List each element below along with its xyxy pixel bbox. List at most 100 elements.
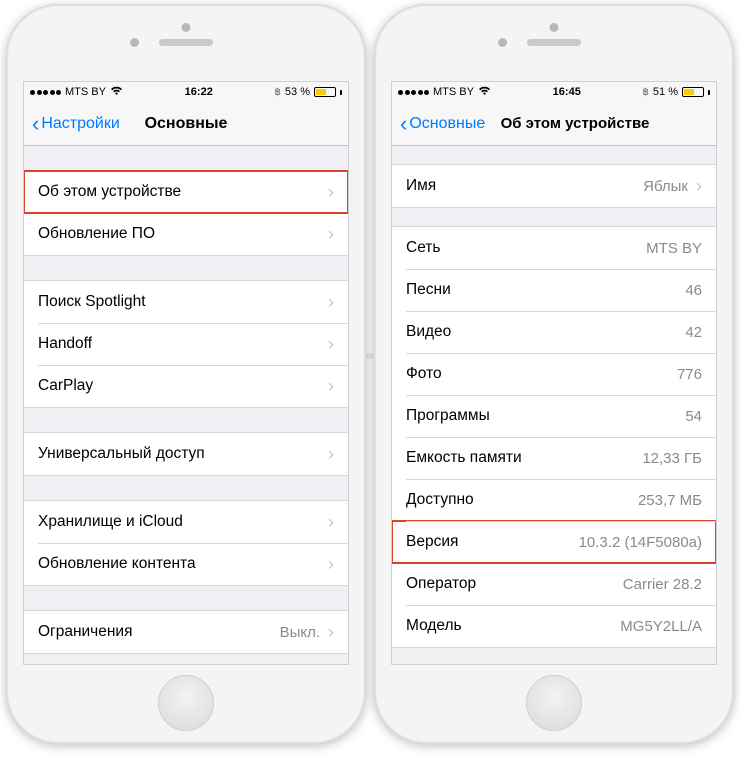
proximity-sensor bbox=[550, 23, 559, 32]
cell-label: Модель bbox=[406, 617, 462, 635]
cell-carrier: Оператор Carrier 28.2 bbox=[392, 563, 716, 605]
cell-label: Об этом устройстве bbox=[38, 183, 181, 201]
chevron-right-icon: › bbox=[320, 512, 334, 533]
cell-accessibility[interactable]: Универсальный доступ › bbox=[24, 433, 348, 475]
cell-label: Программы bbox=[406, 407, 490, 425]
battery-cap bbox=[340, 90, 342, 95]
cell-restrictions[interactable]: Ограничения Выкл. › bbox=[24, 611, 348, 653]
cell-label: Обновление контента bbox=[38, 555, 196, 573]
cell-value: 12,33 ГБ bbox=[642, 450, 702, 467]
cell-about-device[interactable]: Об этом устройстве › bbox=[24, 171, 348, 213]
screen-right: MTS BY 16:45 ฿ 51 % ‹ Основные bbox=[391, 81, 717, 665]
cell-label: Песни bbox=[406, 281, 451, 299]
chevron-right-icon: › bbox=[320, 444, 334, 465]
front-camera bbox=[130, 38, 139, 47]
home-button[interactable] bbox=[526, 675, 582, 731]
group-restrictions: Ограничения Выкл. › bbox=[24, 610, 348, 654]
cell-videos: Видео 42 bbox=[392, 311, 716, 353]
cell-label: Видео bbox=[406, 323, 451, 341]
cell-storage-icloud[interactable]: Хранилище и iCloud › bbox=[24, 501, 348, 543]
cell-spotlight[interactable]: Поиск Spotlight › bbox=[24, 281, 348, 323]
group-about: Об этом устройстве › Обновление ПО › bbox=[24, 170, 348, 256]
battery-icon bbox=[314, 87, 336, 97]
clock: 16:45 bbox=[553, 86, 581, 98]
earpiece-speaker bbox=[159, 39, 213, 46]
cell-label: Хранилище и iCloud bbox=[38, 513, 183, 531]
clock: 16:22 bbox=[185, 86, 213, 98]
chevron-right-icon: › bbox=[320, 182, 334, 203]
group-accessibility: Универсальный доступ › bbox=[24, 432, 348, 476]
battery-percent: 53 % bbox=[285, 86, 310, 98]
cell-value: Яблык bbox=[643, 178, 688, 195]
cell-available: Доступно 253,7 МБ bbox=[392, 479, 716, 521]
cell-model: Модель MG5Y2LL/A bbox=[392, 605, 716, 647]
cell-capacity: Емкость памяти 12,33 ГБ bbox=[392, 437, 716, 479]
wifi-icon bbox=[478, 86, 491, 99]
cell-value: 42 bbox=[685, 324, 702, 341]
back-button[interactable]: ‹ Настройки bbox=[32, 113, 120, 135]
cell-value: Выкл. bbox=[280, 624, 320, 641]
chevron-right-icon: › bbox=[320, 224, 334, 245]
cell-value: 46 bbox=[685, 282, 702, 299]
cell-label: Сеть bbox=[406, 239, 440, 257]
cell-network: Сеть MTS BY bbox=[392, 227, 716, 269]
cell-value: Carrier 28.2 bbox=[623, 576, 702, 593]
group-details: Сеть MTS BY Песни 46 Видео 42 Фото 776 bbox=[392, 226, 716, 648]
chevron-right-icon: › bbox=[320, 376, 334, 397]
phone-left: MTS BY 16:22 ฿ 53 % ‹ Настройки bbox=[6, 4, 366, 744]
carrier-label: MTS BY bbox=[433, 86, 474, 98]
battery-cap bbox=[708, 90, 710, 95]
back-button[interactable]: ‹ Основные bbox=[400, 113, 485, 135]
cell-apps: Программы 54 bbox=[392, 395, 716, 437]
phone-right: MTS BY 16:45 ฿ 51 % ‹ Основные bbox=[374, 4, 734, 744]
chevron-right-icon: › bbox=[320, 334, 334, 355]
group-spotlight: Поиск Spotlight › Handoff › CarPlay › bbox=[24, 280, 348, 408]
cell-carplay[interactable]: CarPlay › bbox=[24, 365, 348, 407]
home-button[interactable] bbox=[158, 675, 214, 731]
chevron-right-icon: › bbox=[320, 554, 334, 575]
battery-icon bbox=[682, 87, 704, 97]
group-name: Имя Яблык › bbox=[392, 164, 716, 208]
wifi-icon bbox=[110, 86, 123, 99]
cell-label: Обновление ПО bbox=[38, 225, 155, 243]
cell-value: 10.3.2 (14F5080a) bbox=[579, 534, 702, 551]
cell-label: Емкость памяти bbox=[406, 449, 522, 467]
cell-label: CarPlay bbox=[38, 377, 93, 395]
front-camera bbox=[498, 38, 507, 47]
cell-label: Фото bbox=[406, 365, 442, 383]
navigation-bar: ‹ Настройки Основные bbox=[24, 102, 348, 146]
chevron-right-icon: › bbox=[320, 622, 334, 643]
chevron-right-icon: › bbox=[688, 176, 702, 197]
chevron-left-icon: ‹ bbox=[400, 113, 407, 135]
chevron-right-icon: › bbox=[320, 292, 334, 313]
cell-value: 776 bbox=[677, 366, 702, 383]
cell-photos: Фото 776 bbox=[392, 353, 716, 395]
cell-label: Оператор bbox=[406, 575, 476, 593]
back-label: Настройки bbox=[41, 115, 119, 133]
cell-handoff[interactable]: Handoff › bbox=[24, 323, 348, 365]
cell-version: Версия 10.3.2 (14F5080a) bbox=[392, 521, 716, 563]
bluetooth-icon: ฿ bbox=[643, 87, 649, 98]
cell-value: MTS BY bbox=[646, 240, 702, 257]
cell-value: 253,7 МБ bbox=[638, 492, 702, 509]
cell-label: Универсальный доступ bbox=[38, 445, 205, 463]
cell-value: MG5Y2LL/A bbox=[620, 618, 702, 635]
settings-list: Об этом устройстве › Обновление ПО › Пои… bbox=[24, 146, 348, 654]
cell-label: Доступно bbox=[406, 491, 474, 509]
bluetooth-icon: ฿ bbox=[275, 87, 281, 98]
cell-background-refresh[interactable]: Обновление контента › bbox=[24, 543, 348, 585]
group-storage: Хранилище и iCloud › Обновление контента… bbox=[24, 500, 348, 586]
back-label: Основные bbox=[409, 115, 485, 133]
cell-device-name[interactable]: Имя Яблык › bbox=[392, 165, 716, 207]
screen-left: MTS BY 16:22 ฿ 53 % ‹ Настройки bbox=[23, 81, 349, 665]
cell-label: Имя bbox=[406, 177, 436, 195]
cell-value: 54 bbox=[685, 408, 702, 425]
chevron-left-icon: ‹ bbox=[32, 113, 39, 135]
navigation-bar: ‹ Основные Об этом устройстве bbox=[392, 102, 716, 146]
proximity-sensor bbox=[182, 23, 191, 32]
carrier-label: MTS BY bbox=[65, 86, 106, 98]
cell-software-update[interactable]: Обновление ПО › bbox=[24, 213, 348, 255]
about-list: Имя Яблык › Сеть MTS BY Песни bbox=[392, 146, 716, 648]
battery-percent: 51 % bbox=[653, 86, 678, 98]
cell-songs: Песни 46 bbox=[392, 269, 716, 311]
